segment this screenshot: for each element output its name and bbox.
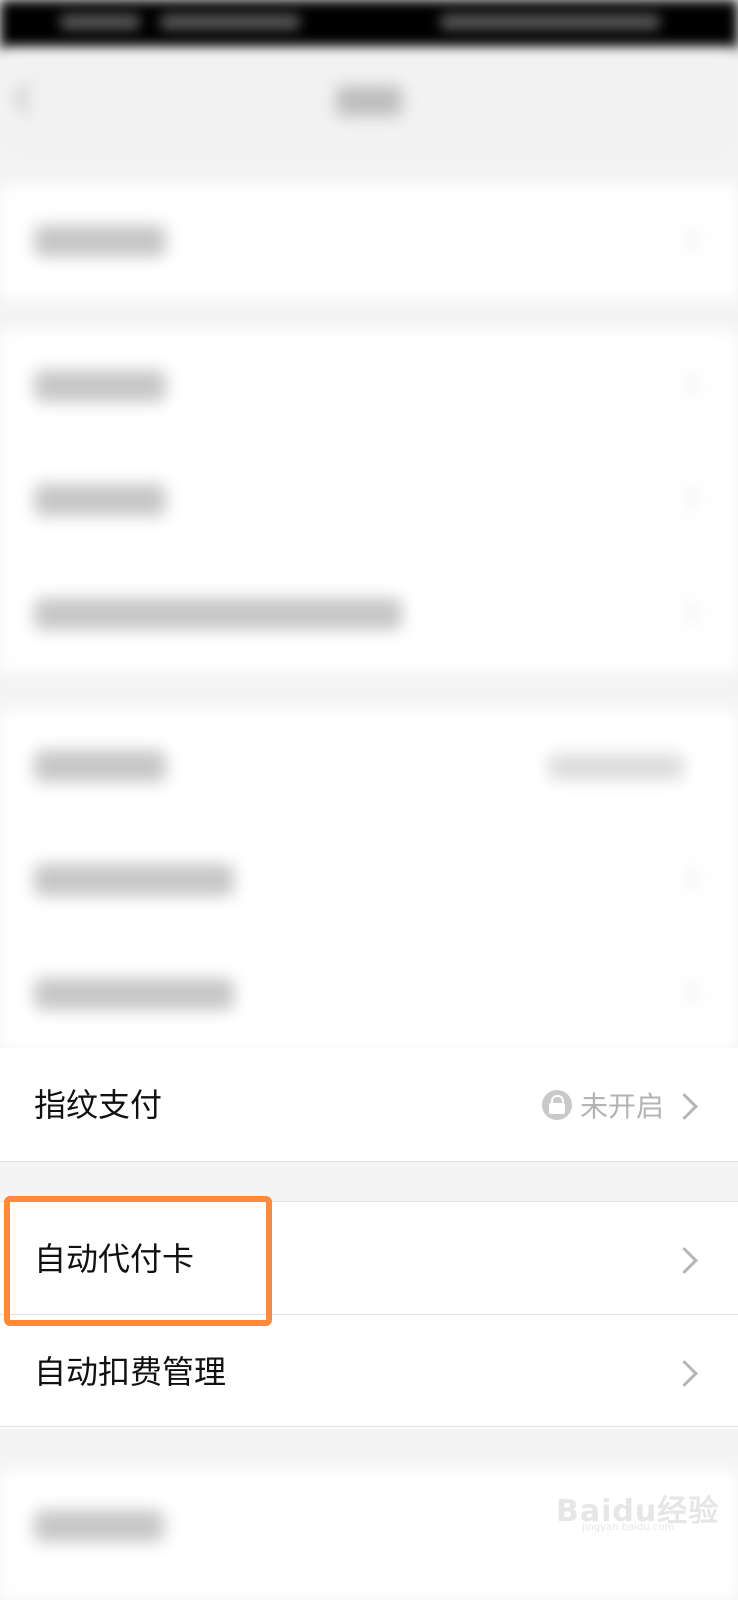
settings-group-1 <box>0 185 738 299</box>
status-bar-item <box>60 14 140 30</box>
row-label <box>34 598 402 630</box>
lock-icon <box>541 1090 572 1120</box>
settings-row[interactable] <box>0 938 738 1052</box>
settings-row[interactable] <box>0 444 738 558</box>
chevron-right-icon <box>675 600 700 625</box>
status-bar <box>0 0 738 50</box>
chevron-right-icon <box>675 866 700 891</box>
row-label <box>34 484 166 516</box>
chevron-right-icon <box>671 1360 698 1387</box>
settings-row[interactable] <box>0 330 738 444</box>
row-status <box>548 754 684 780</box>
settings-row[interactable] <box>0 710 738 824</box>
auto-deduct-row[interactable]: 自动扣费管理 <box>0 1315 738 1429</box>
divider <box>0 1426 738 1427</box>
row-label <box>34 750 166 782</box>
page-title <box>336 86 402 116</box>
back-icon[interactable] <box>13 83 44 114</box>
chevron-right-icon <box>675 372 700 397</box>
status-bar-item <box>160 14 300 30</box>
chevron-right-icon <box>675 486 700 511</box>
settings-row[interactable] <box>0 824 738 938</box>
fingerprint-pay-status-text: 未开启 <box>579 1090 664 1123</box>
chevron-right-icon <box>671 1247 698 1274</box>
fingerprint-pay-status: 未开启 <box>541 1048 664 1162</box>
settings-group-2 <box>0 330 738 672</box>
auto-deduct-label: 自动扣费管理 <box>34 1353 227 1391</box>
settings-row[interactable] <box>0 558 738 672</box>
row-label <box>34 225 166 257</box>
chevron-right-icon <box>671 1093 698 1120</box>
row-label <box>34 370 166 402</box>
chevron-right-icon <box>675 227 700 252</box>
status-bar-item <box>440 14 660 30</box>
divider <box>0 1161 738 1162</box>
watermark-url: jingyan.baidu.com <box>582 1522 675 1533</box>
fingerprint-pay-label: 指纹支付 <box>34 1086 163 1124</box>
fingerprint-pay-row[interactable]: 指纹支付 未开启 <box>0 1048 738 1162</box>
highlight-box <box>4 1196 272 1326</box>
row-label <box>34 1510 164 1542</box>
settings-group-3 <box>0 710 738 1050</box>
row-label <box>34 864 234 896</box>
navigation-bar <box>0 50 738 160</box>
chevron-right-icon <box>675 980 700 1005</box>
settings-row[interactable] <box>0 185 738 299</box>
row-label <box>34 978 234 1010</box>
watermark: Baidu经验 jingyan.baidu.com <box>556 1486 719 1533</box>
